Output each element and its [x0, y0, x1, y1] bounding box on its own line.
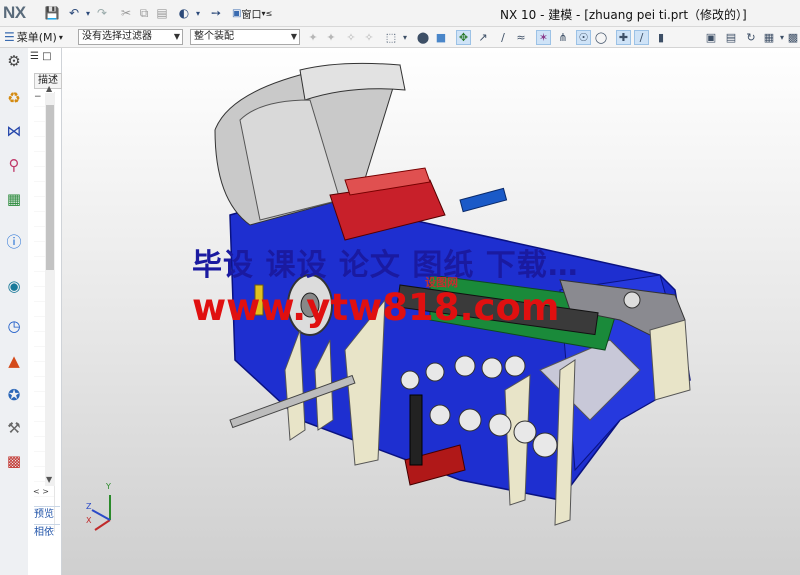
- general-selection-icon[interactable]: ✦: [306, 30, 320, 44]
- rotate-icon[interactable]: ↻: [744, 30, 758, 44]
- arm-hole: [623, 291, 641, 309]
- redo-icon[interactable]: ↷: [94, 5, 110, 21]
- navigator-icon: ☰: [30, 51, 39, 62]
- gear-icon[interactable]: ⚙: [4, 51, 24, 71]
- chevron-down-icon: ▼: [173, 32, 180, 41]
- orient-view-icon[interactable]: ▦: [762, 30, 776, 44]
- resource-bar: ⚙ ♻ ⋈ ⚲ ▦ ⓘ ◉ ◷ ▲ ✪ ⚒ ▩: [0, 48, 29, 575]
- blue-shaft: [459, 187, 508, 213]
- menu-label: 菜单(M): [16, 31, 57, 44]
- cut-icon[interactable]: ✂: [118, 5, 134, 21]
- fit-view-icon[interactable]: ▣: [704, 30, 718, 44]
- maximize-icon[interactable]: □: [42, 51, 51, 62]
- chevron-down-icon: ▼: [290, 32, 297, 41]
- expand-icon[interactable]: −: [34, 92, 42, 102]
- selection-scope-value: 整个装配: [194, 31, 234, 42]
- point-on-curve-icon[interactable]: ∕: [634, 30, 649, 45]
- end-point-icon[interactable]: ↗: [476, 30, 490, 44]
- triad-x-label: X: [86, 516, 92, 525]
- select-edges-icon[interactable]: ✧: [362, 30, 376, 44]
- mid-point-icon[interactable]: ∕: [496, 30, 510, 44]
- render-style-icon[interactable]: ▩: [786, 30, 800, 44]
- triad-z-axis: [91, 509, 111, 521]
- watermark-url: www.ytw818.com: [192, 286, 560, 329]
- roles-icon[interactable]: ✪: [4, 385, 24, 405]
- select-faces-icon[interactable]: ✧: [344, 30, 358, 44]
- render-dropdown-icon[interactable]: ▾: [190, 5, 206, 21]
- navigator-scrollbar[interactable]: [45, 93, 55, 486]
- type-filter-value: 没有选择过滤器: [82, 31, 152, 42]
- selection-toolbar: ☰ 菜单(M) ▾ 没有选择过滤器 ▼ 整个装配 ▼ ✦ ✦ ✧ ✧ ⬚ ▾ ⬤…: [0, 27, 800, 48]
- window-icon: ▣: [232, 7, 242, 19]
- rectangle-select-icon[interactable]: ⬚: [384, 30, 398, 44]
- copy-icon[interactable]: ⧉: [136, 5, 152, 21]
- arc-center-icon[interactable]: ⋔: [556, 30, 570, 44]
- triad-z-label: Z: [86, 502, 92, 511]
- existing-point-icon[interactable]: ✚: [616, 30, 631, 45]
- plate-6: [649, 319, 691, 401]
- scroll-down-icon[interactable]: ▼: [46, 475, 52, 484]
- point-on-face-icon[interactable]: ▮: [654, 30, 668, 44]
- snap-point-icon[interactable]: ✥: [456, 30, 471, 45]
- zoom-icon[interactable]: ▤: [724, 30, 738, 44]
- web-browser-icon[interactable]: ⓘ: [4, 231, 24, 251]
- nx-logo[interactable]: NX: [3, 3, 26, 23]
- graphics-window[interactable]: Y X Z 毕设 课设 论文 图纸 下载… 设图网 www.ytw818.com: [62, 48, 800, 575]
- solid-body-icon[interactable]: ⬤: [416, 30, 430, 44]
- customize-icon: ≤: [265, 8, 273, 18]
- chevron-down-icon[interactable]: ▾: [398, 30, 412, 44]
- preview-section[interactable]: 预览: [34, 506, 60, 523]
- history-icon[interactable]: ◉: [4, 276, 24, 296]
- window-title: NX 10 - 建模 - [zhuang pei ti.prt（修改的）]: [500, 8, 747, 22]
- triad-x-axis: [94, 519, 111, 531]
- constraint-navigator-icon[interactable]: ⋈: [4, 121, 24, 141]
- type-filter-combo[interactable]: 没有选择过滤器 ▼: [78, 29, 183, 45]
- chevron-down-icon: ▾: [58, 32, 63, 42]
- assembly-navigator-icon[interactable]: ♻: [4, 88, 24, 108]
- print-icon[interactable]: ▩: [4, 451, 24, 471]
- control-point-icon[interactable]: ≈: [514, 30, 528, 44]
- scroll-up-icon[interactable]: ▲: [46, 84, 52, 93]
- selection-scope-combo[interactable]: 整个装配 ▼: [190, 29, 300, 45]
- paste-icon[interactable]: ▤: [154, 5, 170, 21]
- quadrant-point-icon[interactable]: ◯: [594, 30, 608, 44]
- feature-selection-icon[interactable]: ✦: [324, 30, 338, 44]
- box-icon[interactable]: ■: [434, 30, 448, 44]
- palette-icon[interactable]: ▲: [4, 351, 24, 371]
- system-icon[interactable]: ⚒: [4, 418, 24, 438]
- horizontal-scrollbar[interactable]: < >: [33, 487, 58, 497]
- title-bar: NX 💾 ↶ ▾ ↷ ✂ ⧉ ▤ ◐ ▾ ➙ ▣ 窗口 ▾ ≤ NX 10 - …: [0, 0, 800, 27]
- menu-icon: ☰: [4, 30, 15, 44]
- dependencies-section[interactable]: 相依: [34, 524, 60, 541]
- part-navigator-icon[interactable]: ⚲: [4, 155, 24, 175]
- menu-button[interactable]: ☰ 菜单(M) ▾: [4, 29, 63, 45]
- watermark-text-line1: 毕设 课设 论文 图纸 下载…: [192, 248, 579, 283]
- process-icon[interactable]: ◷: [4, 316, 24, 336]
- scrollbar-thumb[interactable]: [46, 105, 54, 270]
- intersection-point-icon[interactable]: ✶: [536, 30, 551, 45]
- spring-column: [409, 394, 423, 466]
- reuse-library-icon[interactable]: ▦: [4, 189, 24, 209]
- window-menu[interactable]: ▣ 窗口 ▾ ≤: [232, 5, 272, 21]
- switch-window-icon[interactable]: ➙: [208, 5, 224, 21]
- navigator-header: ☰ □: [30, 51, 52, 62]
- save-icon[interactable]: 💾: [44, 5, 60, 21]
- triad-y-label: Y: [106, 482, 111, 491]
- circle-center-icon[interactable]: ☉: [576, 30, 591, 45]
- window-label: 窗口: [241, 9, 262, 21]
